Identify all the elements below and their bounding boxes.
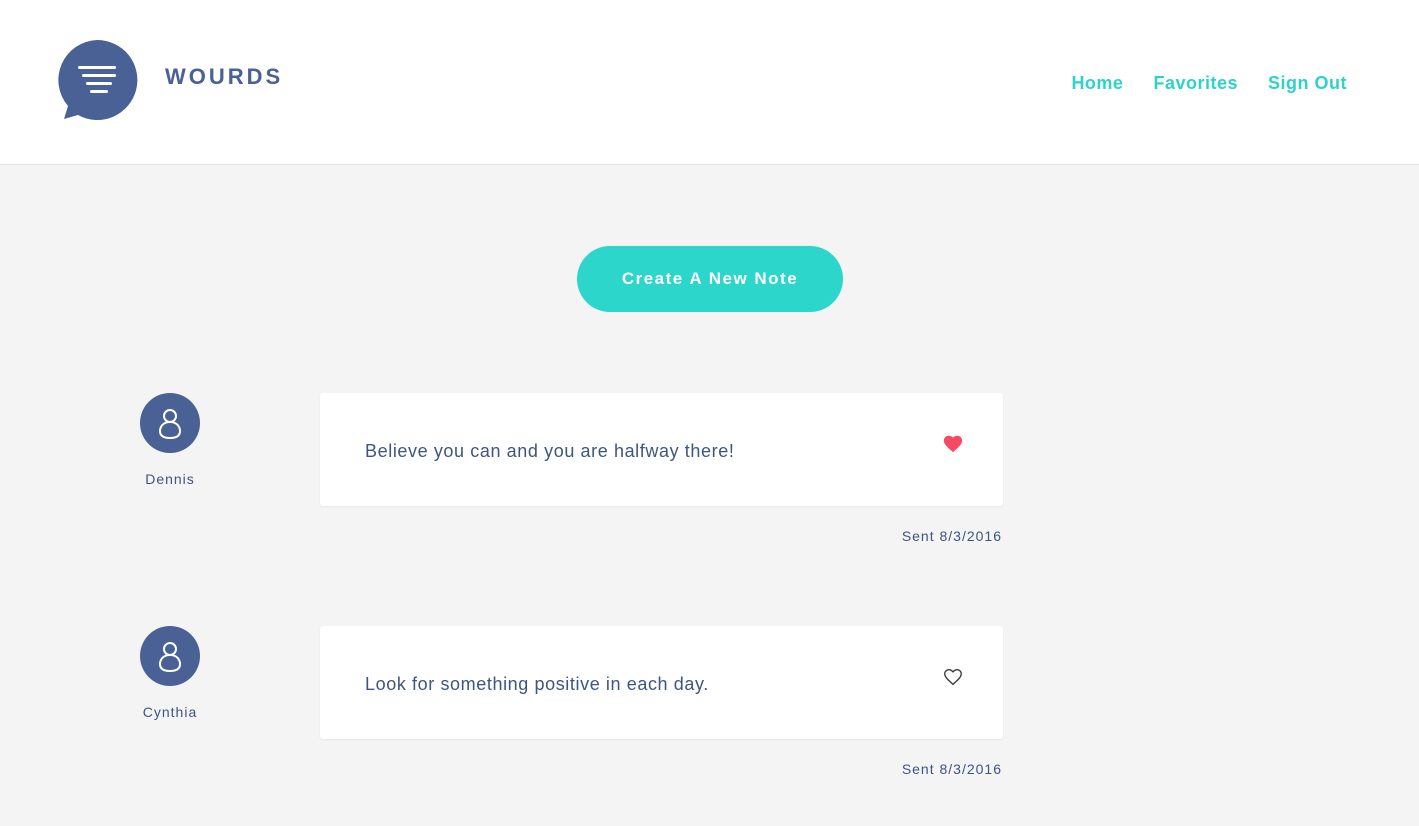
note-item: Dennis Believe you can and you are halfw… xyxy=(0,393,1419,593)
main-nav: Home Favorites Sign Out xyxy=(1071,73,1347,94)
nav-home-link[interactable]: Home xyxy=(1071,73,1123,94)
brand-name[interactable]: WOURDS xyxy=(165,64,283,90)
sent-date: Sent 8/3/2016 xyxy=(901,528,1002,544)
note-text: Look for something positive in each day. xyxy=(365,674,709,694)
note-item: Cynthia Look for something positive in e… xyxy=(0,626,1419,826)
author-name: Cynthia xyxy=(142,704,198,720)
heart-filled-icon[interactable] xyxy=(942,433,964,455)
user-icon xyxy=(158,409,182,440)
avatar[interactable] xyxy=(140,626,200,686)
user-icon xyxy=(158,642,182,673)
site-header: WOURDS Home Favorites Sign Out xyxy=(0,0,1419,165)
heart-outline-icon[interactable] xyxy=(942,666,964,688)
note-card: Believe you can and you are halfway ther… xyxy=(320,393,1003,506)
nav-favorites-link[interactable]: Favorites xyxy=(1153,73,1238,94)
author-name: Dennis xyxy=(145,471,195,487)
logo-speech-bubble-icon[interactable] xyxy=(56,38,138,120)
note-card: Look for something positive in each day. xyxy=(320,626,1003,739)
create-note-button[interactable]: Create A New Note xyxy=(577,246,843,312)
note-text: Believe you can and you are halfway ther… xyxy=(365,441,735,461)
sent-date: Sent 8/3/2016 xyxy=(901,761,1002,777)
avatar[interactable] xyxy=(140,393,200,453)
nav-sign-out-link[interactable]: Sign Out xyxy=(1268,73,1347,94)
